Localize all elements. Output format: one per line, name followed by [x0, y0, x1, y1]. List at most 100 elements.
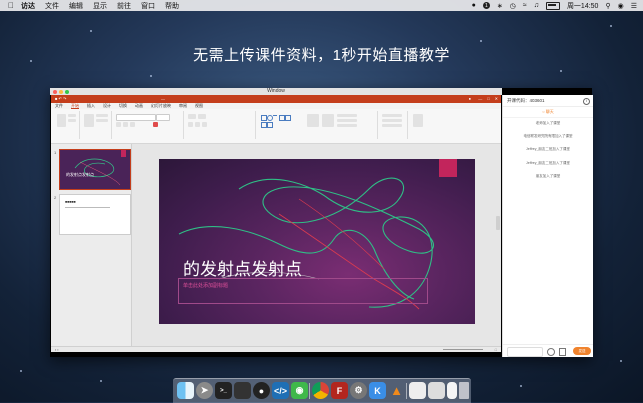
- ribbon-group-paragraph: [185, 111, 256, 139]
- filezilla-icon[interactable]: F: [331, 382, 348, 399]
- shape-fill-button[interactable]: [337, 114, 357, 117]
- menu-window[interactable]: 窗口: [141, 1, 155, 11]
- preview-icon[interactable]: [409, 382, 426, 399]
- align-left-button[interactable]: [188, 122, 193, 127]
- numbering-button[interactable]: [198, 114, 206, 119]
- current-slide[interactable]: 的发射点发射点 单击此处添加副标题: [159, 159, 475, 324]
- reset-button[interactable]: [96, 119, 108, 122]
- new-slide-button[interactable]: [84, 114, 94, 127]
- paste-button[interactable]: [57, 114, 66, 127]
- slide-title[interactable]: 的发射点发射点: [183, 255, 302, 280]
- ppt-restore-icon[interactable]: □: [487, 95, 489, 103]
- notification-center-icon[interactable]: ☰: [631, 2, 637, 10]
- select-button[interactable]: [382, 124, 402, 127]
- shape-effects-button[interactable]: [337, 124, 357, 127]
- thumb-title-2: ■■■■■: [65, 200, 76, 204]
- photos-icon[interactable]: [428, 382, 445, 399]
- copy-button[interactable]: [68, 119, 76, 122]
- vlc-icon[interactable]: ▲: [388, 382, 405, 399]
- emoji-icon[interactable]: [547, 348, 555, 356]
- menu-app-name[interactable]: 访达: [21, 1, 35, 11]
- bullets-button[interactable]: [188, 114, 196, 119]
- launchpad-icon[interactable]: ➤: [196, 382, 213, 399]
- dock-separator: [406, 383, 407, 399]
- wifi-icon[interactable]: ≈: [523, 2, 527, 9]
- menu-edit[interactable]: 编辑: [69, 1, 83, 11]
- chat-message: 电信联发研究院有限加入了课堂: [523, 134, 573, 139]
- window-titlebar[interactable]: Window: [50, 88, 502, 95]
- menu-view[interactable]: 显示: [93, 1, 107, 11]
- wechat-icon[interactable]: ◉: [291, 382, 308, 399]
- spotlight-icon[interactable]: ⚲: [605, 2, 610, 10]
- quick-styles-button[interactable]: [322, 114, 334, 127]
- font-size-select[interactable]: [156, 114, 170, 121]
- menu-go[interactable]: 前往: [117, 1, 131, 11]
- battery-icon[interactable]: [545, 1, 560, 10]
- minimize-icon[interactable]: [59, 89, 63, 94]
- arrange-button[interactable]: [307, 114, 319, 127]
- chat-input[interactable]: [507, 347, 543, 357]
- volume-icon[interactable]: ♫: [534, 2, 539, 9]
- notification-badge[interactable]: 1: [482, 2, 490, 9]
- settings-icon[interactable]: ⚙: [350, 382, 367, 399]
- classroom-chat-panel: 开课代码：403601 i ○ 聊天 老师加入了课堂 电信联发研究院有限加入了课…: [502, 95, 593, 357]
- layout-button[interactable]: [96, 114, 108, 117]
- align-center-button[interactable]: [195, 122, 200, 127]
- send-button[interactable]: 发送: [573, 347, 591, 355]
- shape-callout-icon[interactable]: [267, 122, 273, 128]
- app-window: Window ■ ↶ ↷ — ● — □ ✕ 文件 开始 插入 设计 切换 动画…: [50, 88, 593, 357]
- font-family-select[interactable]: [116, 114, 156, 121]
- thumb-body-line: [65, 207, 110, 208]
- slide-thumbnail-2[interactable]: ■■■■■: [59, 194, 131, 235]
- k-app-icon[interactable]: K: [369, 382, 386, 399]
- ppt-minimize-icon[interactable]: —: [478, 95, 482, 103]
- trash-icon[interactable]: [459, 382, 469, 399]
- info-icon[interactable]: i: [583, 98, 590, 105]
- underline-button[interactable]: [130, 122, 135, 127]
- bluetooth-icon[interactable]: ∗: [497, 2, 503, 10]
- quick-access-toolbar[interactable]: ■ ↶ ↷: [55, 95, 66, 103]
- chat-message: Jeffrey_朋友二班加入了课堂: [526, 147, 570, 152]
- bold-button[interactable]: [116, 122, 121, 127]
- ppt-doc-title: —: [161, 96, 165, 101]
- fit-slide-icon[interactable]: □: [495, 347, 497, 352]
- timemachine-icon[interactable]: ◷: [510, 2, 516, 10]
- promo-headline: 无需上传课件资料，1秒开始直播教学: [193, 47, 450, 64]
- font-color-button[interactable]: [153, 122, 158, 127]
- chat-tab[interactable]: ○ 聊天: [503, 107, 593, 118]
- penguin-icon[interactable]: ●: [472, 2, 476, 9]
- vscode-icon[interactable]: </>: [272, 382, 289, 399]
- apple-icon[interactable]: : [7, 1, 15, 10]
- menu-file[interactable]: 文件: [45, 1, 59, 11]
- menubar-clock[interactable]: 周一14:50: [567, 1, 599, 11]
- file-icon[interactable]: [559, 348, 566, 356]
- align-right-button[interactable]: [202, 122, 207, 127]
- ppt-close-icon[interactable]: ✕: [495, 95, 498, 103]
- siri-icon[interactable]: ◉: [618, 2, 624, 10]
- finder-icon[interactable]: [177, 382, 194, 399]
- shape-triangle-icon[interactable]: [285, 115, 291, 121]
- cut-button[interactable]: [68, 114, 76, 117]
- addin-button[interactable]: [413, 114, 423, 127]
- panel-collapse-handle[interactable]: [496, 216, 500, 230]
- shape-outline-button[interactable]: [337, 119, 357, 122]
- subtitle-placeholder[interactable]: 单击此处添加副标题: [178, 278, 428, 304]
- screen-icon[interactable]: [234, 382, 251, 399]
- macos-dock: ➤ >_ ● </> ◉ F ⚙ K ▲: [173, 378, 471, 403]
- ppt-account[interactable]: ●: [469, 95, 471, 103]
- slide-thumbnail-1[interactable]: 的发射点发射点: [59, 149, 131, 190]
- menu-help[interactable]: 帮助: [165, 1, 179, 11]
- replace-button[interactable]: [382, 119, 402, 122]
- ribbon-group-editing: [379, 111, 408, 139]
- zoom-icon[interactable]: [65, 89, 69, 94]
- chrome-icon[interactable]: [312, 382, 329, 399]
- notes-icon[interactable]: [447, 382, 457, 399]
- find-button[interactable]: [382, 114, 402, 117]
- italic-button[interactable]: [123, 122, 128, 127]
- close-icon[interactable]: [53, 89, 57, 94]
- zoom-slider[interactable]: [443, 349, 483, 350]
- terminal-icon[interactable]: >_: [215, 382, 232, 399]
- qq-icon[interactable]: ●: [253, 382, 270, 399]
- shape-line-icon[interactable]: [273, 115, 277, 120]
- dock-separator: [309, 383, 310, 399]
